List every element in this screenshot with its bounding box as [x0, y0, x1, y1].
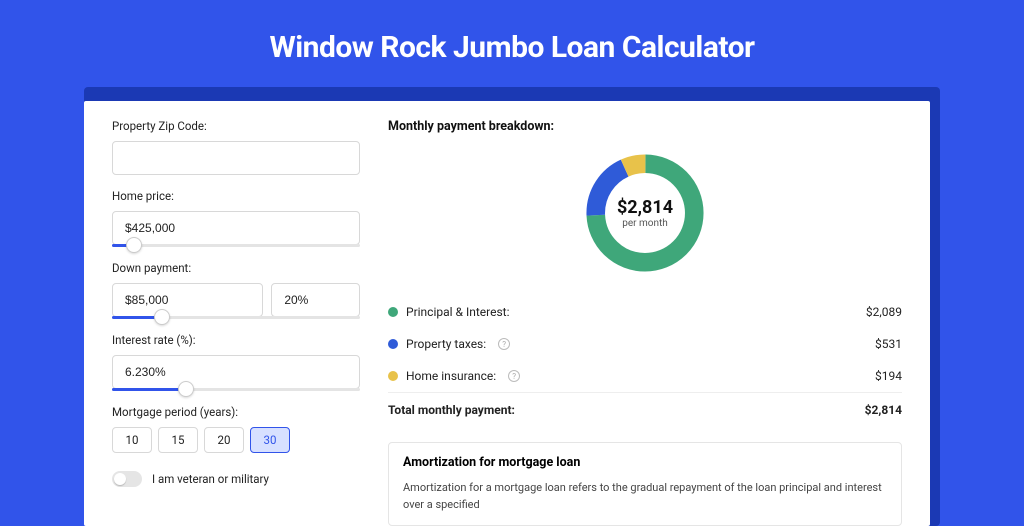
home-price-label: Home price:	[112, 189, 360, 203]
donut-chart-wrap: $2,814 per month	[388, 148, 902, 278]
toggle-knob	[114, 473, 126, 485]
donut-center: $2,814 per month	[580, 148, 710, 278]
zip-label: Property Zip Code:	[112, 119, 360, 133]
breakdown-label: Home insurance:	[406, 369, 496, 383]
period-option-15[interactable]: 15	[158, 427, 198, 453]
amortization-text: Amortization for a mortgage loan refers …	[403, 480, 887, 513]
mortgage-period-field: Mortgage period (years): 10 15 20 30	[112, 405, 360, 453]
info-icon[interactable]: ?	[508, 370, 520, 382]
interest-rate-slider[interactable]	[112, 388, 360, 391]
interest-rate-field: Interest rate (%):	[112, 333, 360, 391]
breakdown-value: $194	[875, 369, 902, 383]
down-payment-field: Down payment:	[112, 261, 360, 319]
home-price-field: Home price:	[112, 189, 360, 247]
slider-thumb[interactable]	[126, 237, 142, 253]
down-payment-label: Down payment:	[112, 261, 360, 275]
period-options: 10 15 20 30	[112, 427, 360, 453]
dot-icon	[388, 339, 398, 349]
breakdown-value: $531	[875, 337, 902, 351]
breakdown-row-total: Total monthly payment: $2,814	[388, 392, 902, 426]
info-icon[interactable]: ?	[498, 338, 510, 350]
period-option-20[interactable]: 20	[204, 427, 244, 453]
veteran-label: I am veteran or military	[152, 472, 269, 486]
mortgage-period-label: Mortgage period (years):	[112, 405, 360, 419]
page-title: Window Rock Jumbo Loan Calculator	[0, 0, 1024, 87]
calculator-card: Property Zip Code: Home price: Down paym…	[84, 101, 930, 526]
interest-rate-label: Interest rate (%):	[112, 333, 360, 347]
dot-icon	[388, 307, 398, 317]
total-label: Total monthly payment:	[388, 403, 515, 417]
veteran-toggle[interactable]	[112, 471, 142, 487]
dot-icon	[388, 371, 398, 381]
period-option-10[interactable]: 10	[112, 427, 152, 453]
total-value: $2,814	[865, 403, 902, 417]
breakdown-row-principal: Principal & Interest: $2,089	[388, 296, 902, 328]
veteran-row: I am veteran or military	[112, 471, 360, 487]
donut-chart: $2,814 per month	[580, 148, 710, 278]
slider-thumb[interactable]	[178, 381, 194, 397]
card-shadow: Property Zip Code: Home price: Down paym…	[84, 87, 940, 526]
breakdown-row-insurance: Home insurance: ? $194	[388, 360, 902, 392]
breakdown-label: Principal & Interest:	[406, 305, 510, 319]
amortization-card: Amortization for mortgage loan Amortizat…	[388, 442, 902, 526]
amortization-title: Amortization for mortgage loan	[403, 455, 887, 470]
down-payment-amount-input[interactable]	[112, 283, 263, 317]
donut-sub: per month	[622, 218, 668, 229]
interest-rate-input[interactable]	[112, 355, 360, 389]
donut-amount: $2,814	[617, 197, 673, 218]
slider-thumb[interactable]	[154, 309, 170, 325]
breakdown-row-taxes: Property taxes: ? $531	[388, 328, 902, 360]
zip-field: Property Zip Code:	[112, 119, 360, 175]
breakdown-label: Property taxes:	[406, 337, 486, 351]
results-column: Monthly payment breakdown: $2,814 per mo…	[388, 119, 902, 526]
breakdown-value: $2,089	[866, 305, 902, 319]
form-column: Property Zip Code: Home price: Down paym…	[112, 119, 360, 526]
breakdown-title: Monthly payment breakdown:	[388, 119, 902, 134]
down-payment-percent-input[interactable]	[271, 283, 360, 317]
zip-input[interactable]	[112, 141, 360, 175]
down-payment-slider[interactable]	[112, 316, 360, 319]
home-price-slider[interactable]	[112, 244, 360, 247]
period-option-30[interactable]: 30	[250, 427, 290, 453]
home-price-input[interactable]	[112, 211, 360, 245]
